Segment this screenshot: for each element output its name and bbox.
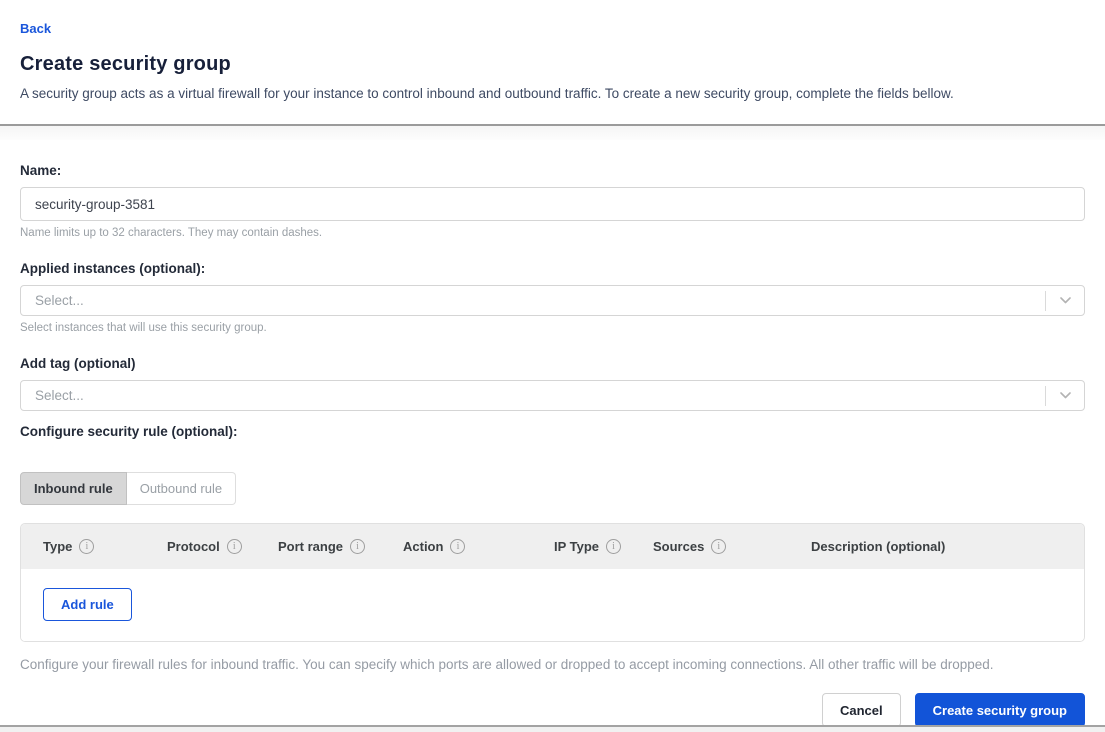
select-right-controls bbox=[1045, 381, 1084, 410]
name-input[interactable] bbox=[20, 187, 1085, 221]
name-helper: Name limits up to 32 characters. They ma… bbox=[20, 227, 1085, 239]
info-icon[interactable]: i bbox=[450, 539, 465, 554]
info-icon[interactable]: i bbox=[711, 539, 726, 554]
column-label: Action bbox=[403, 539, 443, 554]
info-icon[interactable]: i bbox=[227, 539, 242, 554]
configure-rule-label: Configure security rule (optional): bbox=[20, 424, 1085, 439]
header-divider bbox=[0, 124, 1105, 140]
create-security-group-button[interactable]: Create security group bbox=[915, 693, 1085, 727]
add-tag-placeholder: Select... bbox=[35, 388, 1045, 403]
tab-outbound-rule[interactable]: Outbound rule bbox=[127, 472, 236, 505]
column-header-description: Description (optional) bbox=[811, 539, 1084, 554]
tab-inbound-rule[interactable]: Inbound rule bbox=[20, 472, 127, 505]
column-header-action: Action i bbox=[403, 539, 554, 554]
select-right-controls bbox=[1045, 286, 1084, 315]
form-actions: Cancel Create security group bbox=[20, 693, 1085, 727]
column-label: Sources bbox=[653, 539, 704, 554]
name-label: Name: bbox=[20, 163, 1085, 178]
column-header-sources: Sources i bbox=[653, 539, 811, 554]
add-tag-label: Add tag (optional) bbox=[20, 356, 1085, 371]
column-label: Type bbox=[43, 539, 72, 554]
create-security-group-form: Name: Name limits up to 32 characters. T… bbox=[0, 163, 1105, 727]
column-label: Port range bbox=[278, 539, 343, 554]
rules-table: Type i Protocol i Port range i Action i … bbox=[20, 523, 1085, 642]
column-label: IP Type bbox=[554, 539, 599, 554]
column-header-type: Type i bbox=[43, 539, 167, 554]
column-header-port-range: Port range i bbox=[278, 539, 403, 554]
add-rule-button[interactable]: Add rule bbox=[43, 588, 132, 621]
applied-instances-helper: Select instances that will use this secu… bbox=[20, 322, 1085, 334]
applied-instances-label: Applied instances (optional): bbox=[20, 261, 1085, 276]
info-icon[interactable]: i bbox=[350, 539, 365, 554]
add-tag-select[interactable]: Select... bbox=[20, 380, 1085, 411]
info-icon[interactable]: i bbox=[606, 539, 621, 554]
rules-helper-text: Configure your firewall rules for inboun… bbox=[20, 657, 1085, 672]
page-header: Back Create security group A security gr… bbox=[0, 0, 1105, 101]
chevron-down-icon[interactable] bbox=[1046, 381, 1084, 410]
chevron-down-icon[interactable] bbox=[1046, 286, 1084, 315]
column-header-ip-type: IP Type i bbox=[554, 539, 653, 554]
cancel-button[interactable]: Cancel bbox=[822, 693, 901, 727]
rules-table-header: Type i Protocol i Port range i Action i … bbox=[21, 524, 1084, 569]
page-title: Create security group bbox=[20, 53, 1085, 76]
back-link[interactable]: Back bbox=[20, 21, 51, 36]
column-header-protocol: Protocol i bbox=[167, 539, 278, 554]
footer-divider bbox=[0, 725, 1105, 732]
rules-table-body: Add rule bbox=[21, 569, 1084, 641]
page-description: A security group acts as a virtual firew… bbox=[20, 86, 1085, 101]
column-label: Protocol bbox=[167, 539, 220, 554]
rule-direction-tabs: Inbound rule Outbound rule bbox=[20, 472, 236, 505]
info-icon[interactable]: i bbox=[79, 539, 94, 554]
applied-instances-placeholder: Select... bbox=[35, 293, 1045, 308]
column-label: Description (optional) bbox=[811, 539, 945, 554]
applied-instances-select[interactable]: Select... bbox=[20, 285, 1085, 316]
